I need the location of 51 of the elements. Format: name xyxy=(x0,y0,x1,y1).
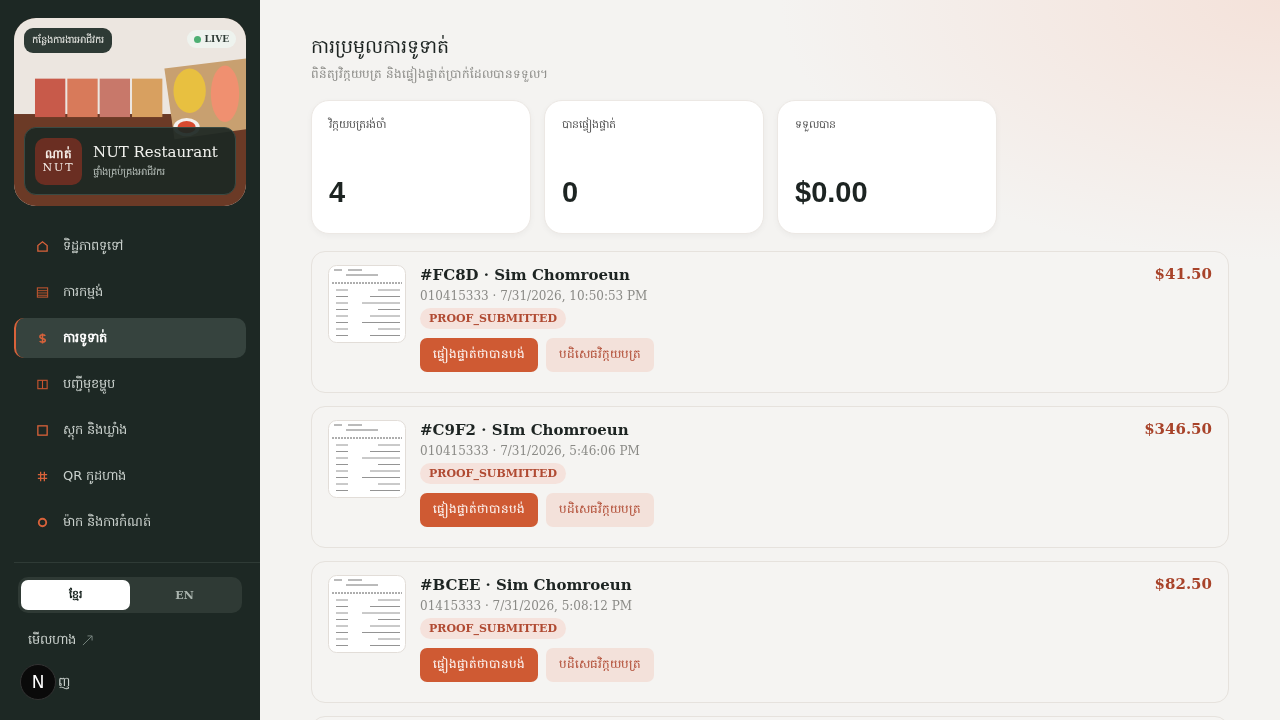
payment-title: #BCEE · Sim Chomroeun xyxy=(420,576,632,594)
payment-meta: 010415333 · 7/31/2026, 10:50:53 PM xyxy=(420,289,648,303)
nav-item[interactable]: បញ្ជីមុខម្ហូប xyxy=(14,364,246,404)
logout-link[interactable]: ញ xyxy=(58,672,70,692)
nav-item[interactable]: ការទូទាត់ xyxy=(14,318,246,358)
status-badge: PROOF_SUBMITTED xyxy=(420,463,566,484)
restaurant-subtitle: ផ្ទាំងគ្រប់គ្រងអាជីវករ xyxy=(93,164,166,180)
live-badge: LIVE xyxy=(186,30,236,48)
workspace-chip: កន្លែងការងារអាជីវករ xyxy=(24,28,112,53)
status-badge: PROOF_SUBMITTED xyxy=(420,308,566,329)
view-store-link[interactable]: មើលហាង xyxy=(28,631,93,650)
stat-value: $0.00 xyxy=(795,176,869,209)
external-link-icon xyxy=(82,635,93,646)
logo-text: NUT xyxy=(42,161,75,175)
house-icon xyxy=(36,239,49,253)
nav-item[interactable]: ទិដ្ឋភាពទូទៅ xyxy=(14,226,246,266)
nav-item[interactable]: QR កូដហាង xyxy=(14,456,246,496)
stat-label: ទទួលបាន xyxy=(795,117,837,133)
stat-value: 4 xyxy=(329,176,347,209)
page-title: ការប្រមូលការទូទាត់ xyxy=(311,34,450,61)
verify-button[interactable]: ផ្ទៀងផ្ទាត់ថាបានបង់ xyxy=(420,338,538,372)
language-option[interactable]: ខ្មែរ xyxy=(21,580,130,610)
dev-badge[interactable]: N xyxy=(20,664,56,700)
list-icon xyxy=(36,285,49,299)
hash-icon xyxy=(36,469,49,483)
reject-button[interactable]: បដិសេធវិក្កយបត្រ xyxy=(546,338,654,372)
reject-button[interactable]: បដិសេធវិក្កយបត្រ xyxy=(546,648,654,682)
book-icon xyxy=(36,377,49,391)
nav-item[interactable]: ការកម្មង់ xyxy=(14,272,246,312)
stat-label: បានផ្ទៀងផ្ទាត់ xyxy=(562,117,617,133)
nav-item[interactable]: ស្តុក និងឃ្លាំង xyxy=(14,410,246,450)
payment-title: #FC8D · Sim Chomroeun xyxy=(420,266,630,284)
reject-button[interactable]: បដិសេធវិក្កយបត្រ xyxy=(546,493,654,527)
status-badge: PROOF_SUBMITTED xyxy=(420,618,566,639)
stat-value: 0 xyxy=(562,176,580,209)
payment-amount: $41.50 xyxy=(1154,265,1212,283)
verify-button[interactable]: ផ្ទៀងផ្ទាត់ថាបានបង់ xyxy=(420,493,538,527)
payment-amount: $346.50 xyxy=(1144,420,1212,438)
payment-amount: $82.50 xyxy=(1154,575,1212,593)
logo-text: ណាត់ xyxy=(45,147,72,161)
square-icon xyxy=(36,423,49,437)
payment-meta: 010415333 · 7/31/2026, 5:46:06 PM xyxy=(420,444,640,458)
payment-meta: 01415333 · 7/31/2026, 5:08:12 PM xyxy=(420,599,633,613)
page-subtitle: ពិនិត្យវិក្កយបត្រ និងផ្ទៀងផ្ទាត់ប្រាក់ដែលបានទទួល។ xyxy=(311,66,549,84)
payment-title: #C9F2 · SIm Chomroeun xyxy=(420,421,629,439)
nav-item[interactable]: ម៉ាក និងការកំណត់ xyxy=(14,502,246,542)
language-option[interactable]: EN xyxy=(130,580,239,610)
verify-button[interactable]: ផ្ទៀងផ្ទាត់ថាបានបង់ xyxy=(420,648,538,682)
restaurant-name: NUT Restaurant xyxy=(93,142,218,161)
dollar-icon xyxy=(36,331,49,345)
stat-label: វិក្កយបត្ររង់ចាំ xyxy=(329,117,387,133)
